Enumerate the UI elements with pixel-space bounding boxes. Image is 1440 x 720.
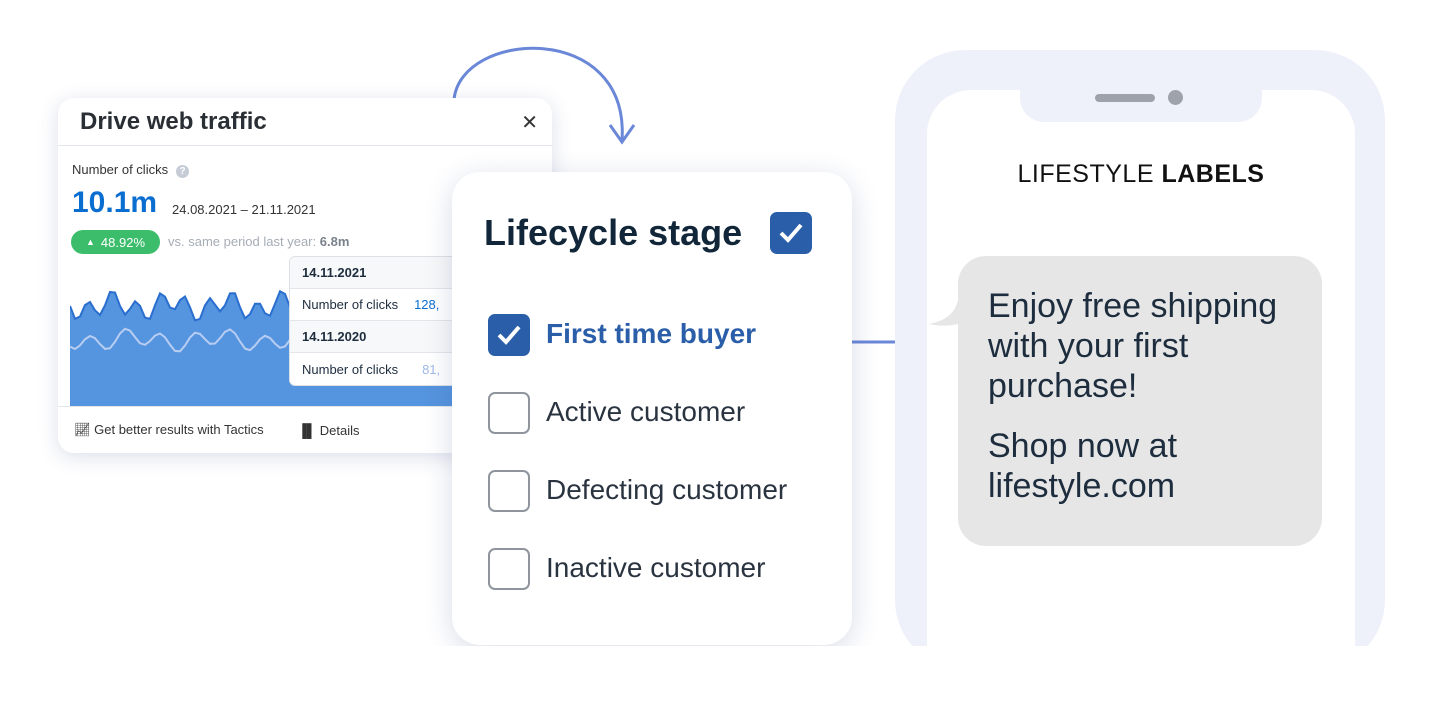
option-inactive-customer[interactable]: Inactive customer	[546, 552, 765, 584]
checkbox-defecting-customer[interactable]	[488, 470, 530, 512]
option-active-customer[interactable]: Active customer	[546, 396, 745, 428]
option-defecting-customer[interactable]: Defecting customer	[546, 474, 787, 506]
speaker	[1095, 94, 1155, 102]
metric-label: Number of clicks	[72, 162, 169, 177]
help-icon[interactable]: ?	[176, 165, 190, 178]
title-checkbox[interactable]	[770, 212, 812, 254]
bar-chart-icon: ▐▌	[297, 422, 317, 438]
lifecycle-card: Lifecycle stage First time buyer Active …	[452, 172, 852, 645]
message-bubble: Enjoy free shipping with your first purc…	[958, 256, 1322, 546]
check-icon	[497, 325, 521, 345]
phone-screen: LIFESTYLE LABELS Enjoy free shipping wit…	[927, 88, 1355, 690]
phone-mockup: LIFESTYLE LABELS Enjoy free shipping wit…	[895, 50, 1385, 690]
brand-logo: LIFESTYLE LABELS	[1017, 160, 1265, 188]
date-range: 24.08.2021 – 21.11.2021	[172, 202, 316, 217]
card-title: Drive web traffic	[58, 98, 552, 146]
checkbox-active-customer[interactable]	[488, 392, 530, 434]
camera	[1168, 90, 1183, 105]
metric-value: 10.1m	[72, 186, 158, 219]
arrow-up-icon: ▲	[85, 237, 95, 247]
change-badge: ▲ 48.92%	[71, 230, 160, 254]
check-icon	[779, 223, 803, 243]
option-first-time-buyer[interactable]: First time buyer	[546, 318, 756, 350]
checkbox-inactive-customer[interactable]	[488, 548, 530, 590]
trend-icon: 📈︎	[74, 422, 91, 437]
details-link[interactable]: ▐▌ Details	[298, 423, 360, 438]
tactics-link[interactable]: 📈︎ Get better results with Tactics	[74, 422, 264, 438]
comparison: vs. same period last year: 6.8m	[168, 234, 350, 249]
close-icon[interactable]: ✕	[521, 110, 538, 135]
lifecycle-title: Lifecycle stage	[484, 212, 743, 253]
phone-notch	[1020, 88, 1262, 122]
checkbox-first-time-buyer[interactable]	[488, 314, 530, 356]
